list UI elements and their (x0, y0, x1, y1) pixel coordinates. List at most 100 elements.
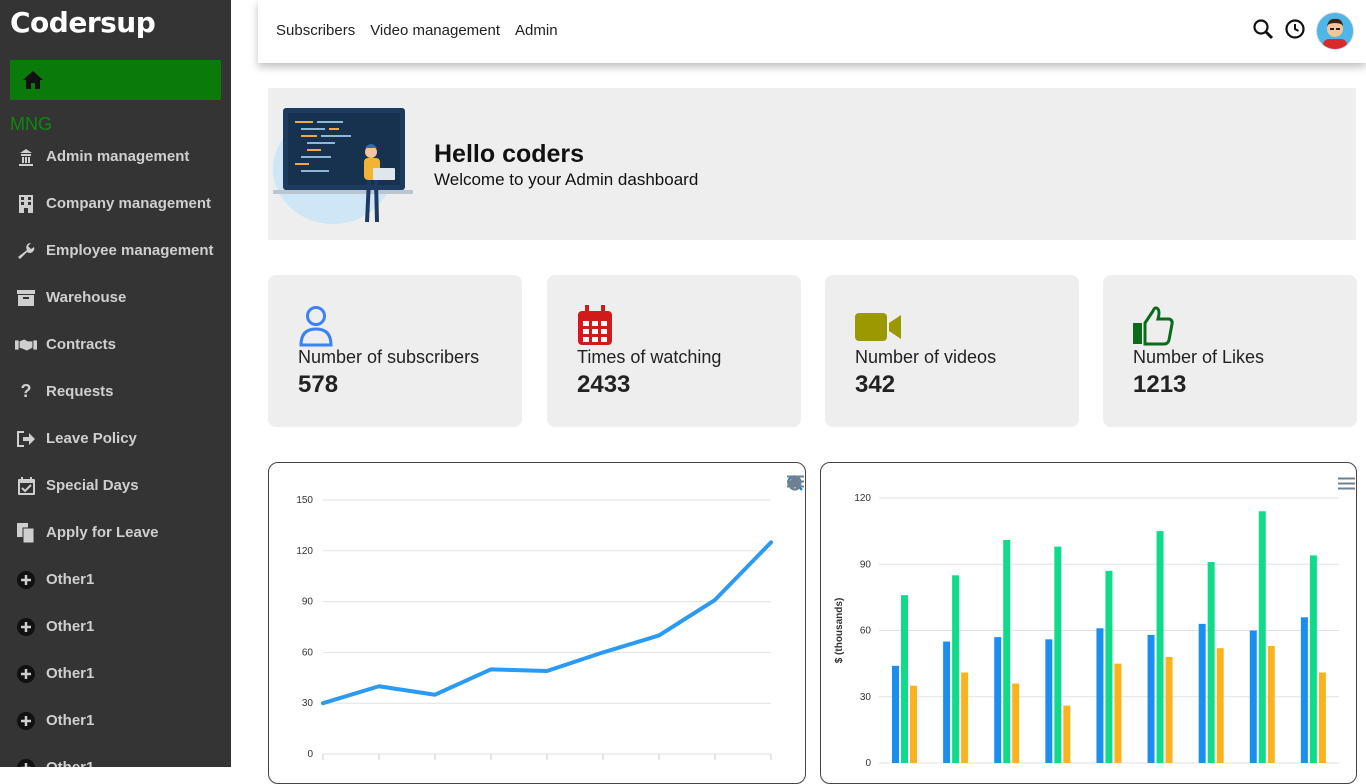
question-icon: ? (15, 381, 37, 403)
sidebar-item-label: Other1 (46, 618, 94, 635)
stat-label: Number of subscribers (298, 347, 479, 368)
y-tick-label: 60 (302, 647, 314, 658)
y-axis-label: $ (thousands) (834, 598, 845, 664)
stat-card-likes: Number of Likes 1213 (1103, 275, 1357, 427)
stat-label: Number of Likes (1133, 347, 1264, 368)
stat-card-subscribers: Number of subscribers 578 (268, 275, 522, 427)
sidebar-item-label: Other1 (46, 759, 94, 767)
y-tick-label: 0 (307, 749, 313, 760)
bar (1208, 562, 1215, 763)
sidebar-item-leave-policy[interactable]: Leave Policy (0, 415, 231, 462)
stat-value: 1213 (1133, 371, 1186, 399)
bar (1319, 672, 1326, 763)
avatar[interactable] (1316, 12, 1354, 50)
sidebar-item-label: Warehouse (46, 289, 126, 306)
stat-value: 578 (298, 371, 338, 399)
bar (1003, 540, 1010, 763)
bar (892, 666, 899, 763)
sidebar-item-requests[interactable]: ? Requests (0, 368, 231, 415)
bar (901, 595, 908, 763)
sidebar-item-apply-for-leave[interactable]: Apply for Leave (0, 509, 231, 556)
bar (1301, 617, 1308, 763)
sidebar-item-label: Leave Policy (46, 430, 137, 447)
sidebar-item-warehouse[interactable]: Warehouse (0, 274, 231, 321)
search-icon[interactable] (1252, 18, 1274, 45)
stat-label: Number of videos (855, 347, 996, 368)
y-tick-label: 30 (860, 692, 872, 703)
y-tick-label: 60 (860, 626, 872, 637)
sidebar-item-special-days[interactable]: Special Days (0, 462, 231, 509)
plus-circle-icon (15, 569, 37, 591)
top-navbar: Subscribers Video management Admin (258, 0, 1366, 63)
home-button[interactable] (10, 60, 221, 100)
admin-icon (15, 146, 37, 168)
clock-icon[interactable] (1284, 18, 1306, 45)
nav-link-admin[interactable]: Admin (515, 22, 558, 39)
developer-illustration (273, 94, 423, 234)
sidebar-item-label: Admin management (46, 148, 189, 165)
exit-icon (15, 428, 37, 450)
y-tick-label: 0 (865, 758, 871, 769)
hero-subtitle: Welcome to your Admin dashboard (434, 170, 698, 190)
y-tick-label: 150 (296, 495, 313, 506)
building-icon (15, 193, 37, 215)
y-tick-label: 90 (860, 559, 872, 570)
sidebar-item-employee-management[interactable]: Employee management (0, 227, 231, 274)
menu-icon[interactable] (1338, 477, 1355, 490)
top-icons (1252, 12, 1354, 50)
sidebar-nav: Admin management Company management Empl… (0, 133, 231, 767)
wrench-icon (15, 240, 37, 262)
plus-circle-icon (15, 757, 37, 768)
sidebar-item-other1[interactable]: Other1 (0, 603, 231, 650)
sidebar-item-label: Other1 (46, 665, 94, 682)
stat-card-watching: Times of watching 2433 (547, 275, 801, 427)
nav-link-subscribers[interactable]: Subscribers (276, 22, 355, 39)
line-chart-card: 0 30 60 90 120 150 (268, 462, 806, 784)
bar (961, 672, 968, 763)
sidebar-item-label: Contracts (46, 336, 116, 353)
bar (910, 686, 917, 763)
sidebar-item-admin-management[interactable]: Admin management (0, 133, 231, 180)
sidebar-item-other1[interactable]: Other1 (0, 556, 231, 603)
thumbs-up-icon (1133, 305, 1173, 345)
sidebar-item-other1[interactable]: Other1 (0, 650, 231, 697)
home-icon (22, 70, 44, 90)
calendar-check-icon (15, 475, 37, 497)
bar (1096, 628, 1103, 763)
bar (1259, 511, 1266, 763)
sidebar-item-contracts[interactable]: Contracts (0, 321, 231, 368)
sidebar: Codersup MNG Admin management Company ma… (0, 0, 231, 767)
user-icon (298, 305, 338, 345)
sidebar-item-label: Apply for Leave (46, 524, 159, 541)
bar (1012, 684, 1019, 764)
calendar-icon (577, 305, 617, 345)
bar (1157, 531, 1164, 763)
plus-circle-icon (15, 616, 37, 638)
sidebar-item-company-management[interactable]: Company management (0, 180, 231, 227)
warehouse-icon (15, 287, 37, 309)
hero-title: Hello coders (434, 140, 584, 169)
nav-link-video-management[interactable]: Video management (370, 22, 500, 39)
bar (1217, 648, 1224, 763)
sidebar-item-other1[interactable]: Other1 (0, 744, 231, 767)
y-tick-label: 30 (302, 698, 314, 709)
bar (1268, 646, 1275, 763)
bar (1250, 631, 1257, 764)
sidebar-item-label: Company management (46, 195, 211, 212)
brand-logo: Codersup (10, 6, 155, 39)
section-label: MNG (10, 114, 52, 135)
stat-value: 2433 (577, 371, 630, 399)
welcome-banner: Hello coders Welcome to your Admin dashb… (268, 88, 1356, 240)
sidebar-item-label: Other1 (46, 571, 94, 588)
handshake-icon (15, 334, 37, 356)
sidebar-item-other1[interactable]: Other1 (0, 697, 231, 744)
y-tick-label: 120 (296, 546, 313, 557)
sidebar-item-label: Special Days (46, 477, 139, 494)
menu-icon[interactable] (787, 475, 804, 488)
bar (1054, 547, 1061, 763)
y-tick-label: 90 (302, 597, 314, 608)
bar (1105, 571, 1112, 763)
line-chart: 0 30 60 90 120 150 (269, 463, 805, 783)
video-camera-icon (855, 305, 895, 345)
bar (1045, 639, 1052, 763)
